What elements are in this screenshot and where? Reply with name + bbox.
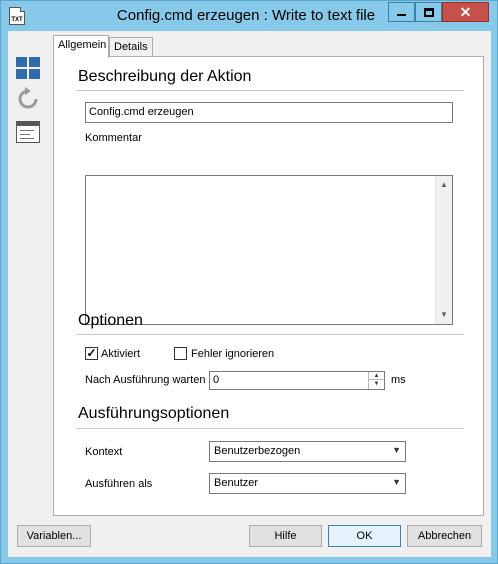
- comment-textarea[interactable]: ▲ ▼: [85, 175, 453, 325]
- ausfuehren-als-label: Ausführen als: [85, 478, 153, 490]
- wait-unit-label: ms: [391, 374, 406, 386]
- close-icon: ✕: [459, 3, 472, 20]
- stepper-up-icon[interactable]: ▲: [369, 372, 384, 380]
- text-file-icon: TXT: [9, 7, 25, 25]
- comment-label: Kommentar: [85, 132, 142, 144]
- scroll-down-icon[interactable]: ▼: [436, 307, 452, 323]
- aktiviert-label: Aktiviert: [101, 348, 141, 360]
- fehler-ignorieren-label: Fehler ignorieren: [191, 348, 275, 360]
- wait-value[interactable]: 0: [213, 374, 219, 386]
- minimize-button[interactable]: [388, 2, 415, 22]
- variables-button[interactable]: Variablen...: [17, 525, 91, 547]
- maximize-button[interactable]: [415, 2, 442, 22]
- wait-ms-stepper[interactable]: 0 ▲ ▼: [209, 371, 385, 390]
- section-title-optionen: Optionen: [78, 312, 143, 329]
- kontext-select[interactable]: Benutzerbezogen ▼: [209, 441, 406, 462]
- help-button[interactable]: Hilfe: [249, 525, 322, 547]
- ok-button[interactable]: OK: [328, 525, 401, 547]
- aktiviert-checkbox[interactable]: ✓: [85, 347, 98, 360]
- chevron-down-icon: ▼: [392, 477, 401, 487]
- close-button[interactable]: ✕: [442, 2, 489, 22]
- ausfuehren-als-select[interactable]: Benutzer ▼: [209, 473, 406, 494]
- form-view-icon[interactable]: [16, 121, 40, 143]
- cancel-button[interactable]: Abbrechen: [407, 525, 482, 547]
- chevron-down-icon: ▼: [392, 445, 401, 455]
- kontext-value: Benutzerbezogen: [214, 445, 301, 457]
- refresh-icon[interactable]: [16, 87, 40, 109]
- separator: [76, 334, 464, 335]
- window-title: Config.cmd erzeugen : Write to text file: [116, 7, 376, 24]
- maximize-icon: [423, 7, 434, 17]
- scroll-up-icon[interactable]: ▲: [436, 177, 452, 193]
- stepper-buttons[interactable]: ▲ ▼: [368, 372, 384, 389]
- fehler-ignorieren-checkbox[interactable]: [174, 347, 187, 360]
- ausfuehren-als-value: Benutzer: [214, 477, 259, 489]
- separator: [76, 90, 464, 91]
- section-title-beschreibung: Beschreibung der Aktion: [78, 68, 252, 85]
- separator: [76, 428, 464, 429]
- dialog-window: TXT Config.cmd erzeugen : Write to text …: [0, 0, 498, 564]
- stepper-down-icon[interactable]: ▼: [369, 380, 384, 388]
- tab-allgemein[interactable]: Allgemein: [53, 35, 109, 58]
- wait-label: Nach Ausführung warten: [85, 374, 206, 386]
- action-name-input[interactable]: Config.cmd erzeugen: [85, 102, 453, 123]
- tab-panel-allgemein: Beschreibung der Aktion Config.cmd erzeu…: [53, 56, 484, 516]
- grid-view-icon[interactable]: [16, 57, 40, 79]
- tab-details[interactable]: Details: [109, 37, 153, 57]
- kontext-label: Kontext: [85, 446, 123, 458]
- comment-scrollbar[interactable]: ▲ ▼: [435, 176, 452, 324]
- minimize-icon: [397, 14, 406, 16]
- title-bar[interactable]: TXT Config.cmd erzeugen : Write to text …: [1, 1, 497, 31]
- dialog-client-area: Allgemein Details Beschreibung der Aktio…: [8, 31, 491, 557]
- section-title-ausfuehrung: Ausführungsoptionen: [78, 405, 230, 422]
